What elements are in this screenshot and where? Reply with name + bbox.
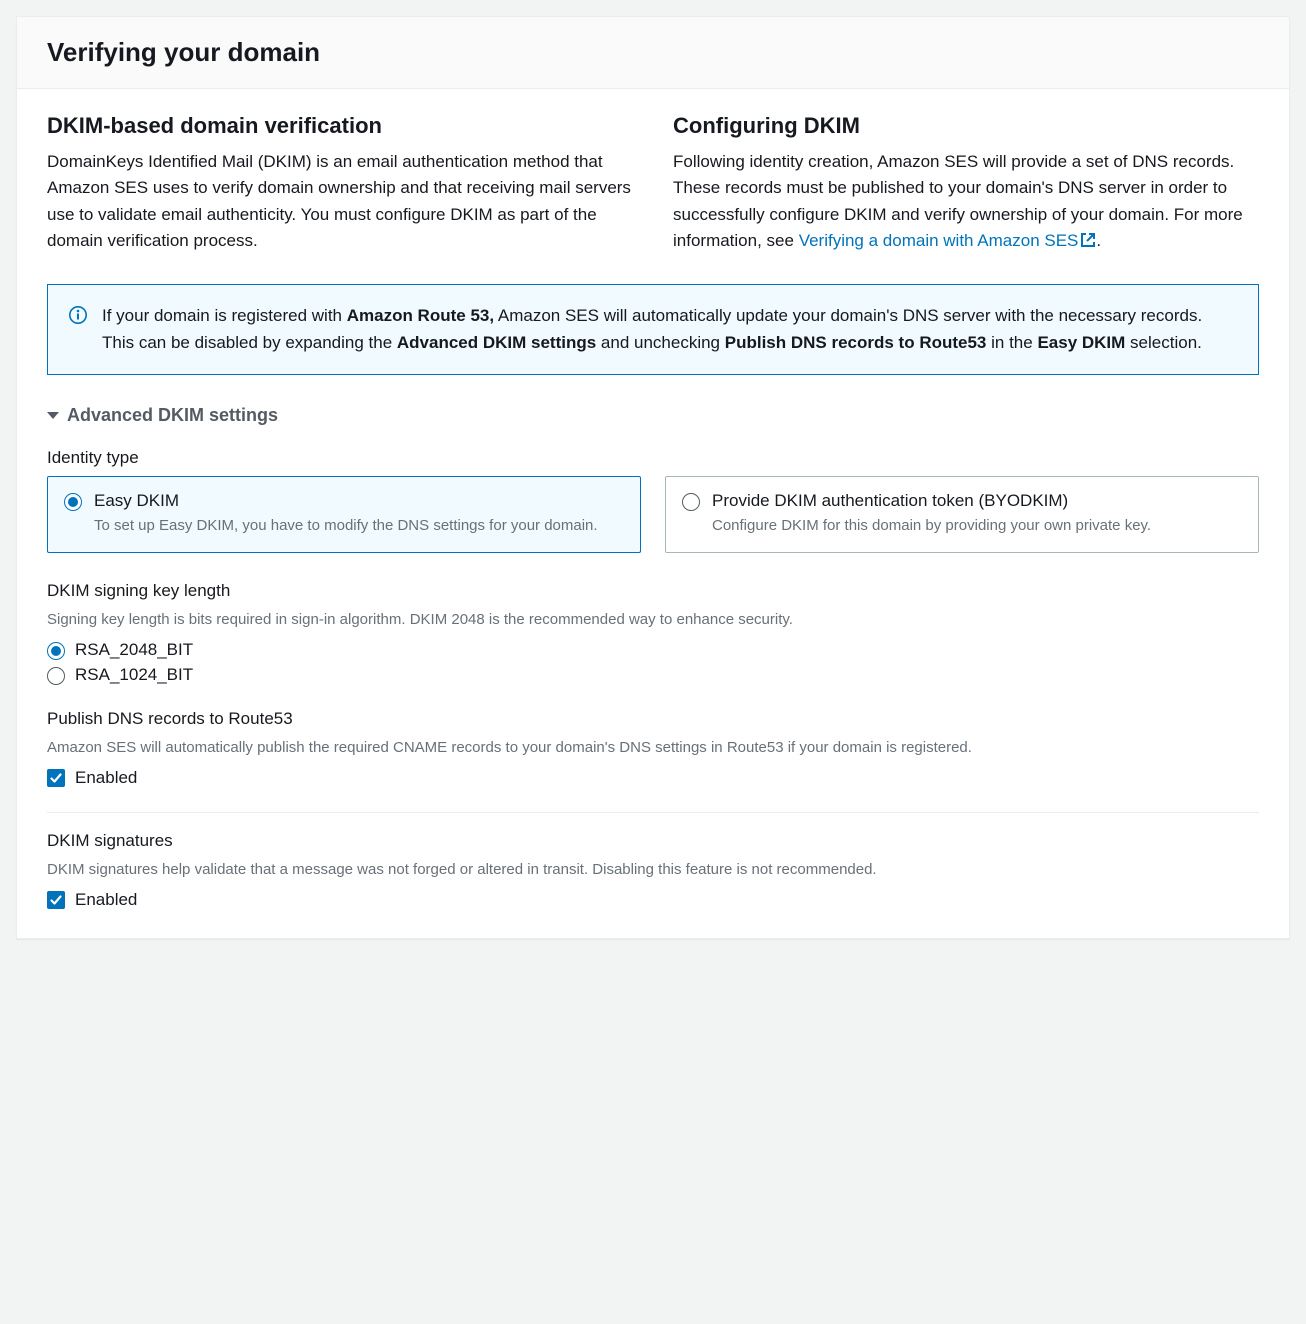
info-seg-3: and unchecking [596,333,725,352]
check-icon [49,771,63,785]
advanced-dkim-toggle[interactable]: Advanced DKIM settings [47,405,1259,426]
publish-dns-checkbox[interactable] [47,769,65,787]
identity-type-label: Identity type [47,448,1259,468]
signatures-checkbox[interactable] [47,891,65,909]
info-columns: DKIM-based domain verification DomainKey… [47,113,1259,256]
configuring-dkim-body: Following identity creation, Amazon SES … [673,149,1259,256]
caret-down-icon [47,412,59,419]
configuring-dkim-heading: Configuring DKIM [673,113,1259,139]
info-seg-5: selection. [1125,333,1202,352]
label-rsa1024: RSA_1024_BIT [75,665,193,685]
panel-body: DKIM-based domain verification DomainKey… [17,89,1289,938]
key-length-hint: Signing key length is bits required in s… [47,609,1259,630]
tile-byodkim-text: Provide DKIM authentication token (BYODK… [712,491,1151,536]
publish-dns-label: Publish DNS records to Route53 [47,709,1259,729]
dkim-verification-column: DKIM-based domain verification DomainKey… [47,113,633,256]
tile-byodkim[interactable]: Provide DKIM authentication token (BYODK… [665,476,1259,553]
tile-easy-dkim-desc: To set up Easy DKIM, you have to modify … [94,515,598,536]
radio-row-rsa2048[interactable]: RSA_2048_BIT [47,640,1259,660]
info-icon [68,305,88,356]
radio-row-rsa1024[interactable]: RSA_1024_BIT [47,665,1259,685]
advanced-dkim-title: Advanced DKIM settings [67,405,278,426]
signatures-hint: DKIM signatures help validate that a mes… [47,859,1259,880]
dkim-verification-body: DomainKeys Identified Mail (DKIM) is an … [47,149,633,254]
external-link-icon [1080,230,1096,256]
info-bold-easydkim: Easy DKIM [1037,333,1125,352]
radio-byodkim[interactable] [682,493,700,511]
dkim-verification-heading: DKIM-based domain verification [47,113,633,139]
signatures-checkbox-row[interactable]: Enabled [47,890,1259,910]
tile-easy-dkim-text: Easy DKIM To set up Easy DKIM, you have … [94,491,598,536]
verify-domain-link[interactable]: Verifying a domain with Amazon SES [799,231,1097,250]
radio-rsa2048[interactable] [47,642,65,660]
info-seg-1: If your domain is registered with [102,306,347,325]
tile-byodkim-title: Provide DKIM authentication token (BYODK… [712,491,1151,511]
radio-easy-dkim[interactable] [64,493,82,511]
panel-title: Verifying your domain [47,37,1259,68]
configuring-dkim-column: Configuring DKIM Following identity crea… [673,113,1259,256]
verify-domain-link-text: Verifying a domain with Amazon SES [799,231,1079,250]
tile-easy-dkim[interactable]: Easy DKIM To set up Easy DKIM, you have … [47,476,641,553]
label-rsa2048: RSA_2048_BIT [75,640,193,660]
info-bold-publish: Publish DNS records to Route53 [725,333,987,352]
route53-info-box: If your domain is registered with Amazon… [47,284,1259,375]
info-bold-advanced: Advanced DKIM settings [397,333,596,352]
divider: DKIM signatures DKIM signatures help val… [47,812,1259,910]
signatures-label: DKIM signatures [47,831,1259,851]
publish-dns-hint: Amazon SES will automatically publish th… [47,737,1259,758]
check-icon [49,893,63,907]
radio-rsa1024[interactable] [47,667,65,685]
panel-header: Verifying your domain [17,17,1289,89]
tile-byodkim-desc: Configure DKIM for this domain by provid… [712,515,1151,536]
identity-type-tiles: Easy DKIM To set up Easy DKIM, you have … [47,476,1259,553]
publish-dns-checkbox-row[interactable]: Enabled [47,768,1259,788]
signatures-checkbox-label: Enabled [75,890,137,910]
tile-easy-dkim-title: Easy DKIM [94,491,598,511]
info-seg-4: in the [986,333,1037,352]
configuring-dkim-post: . [1096,231,1101,250]
publish-dns-checkbox-label: Enabled [75,768,137,788]
key-length-label: DKIM signing key length [47,581,1259,601]
verify-domain-panel: Verifying your domain DKIM-based domain … [16,16,1290,939]
advanced-dkim-section: Advanced DKIM settings Identity type Eas… [47,405,1259,910]
route53-info-text: If your domain is registered with Amazon… [102,303,1238,356]
info-bold-route53: Amazon Route 53, [347,306,494,325]
